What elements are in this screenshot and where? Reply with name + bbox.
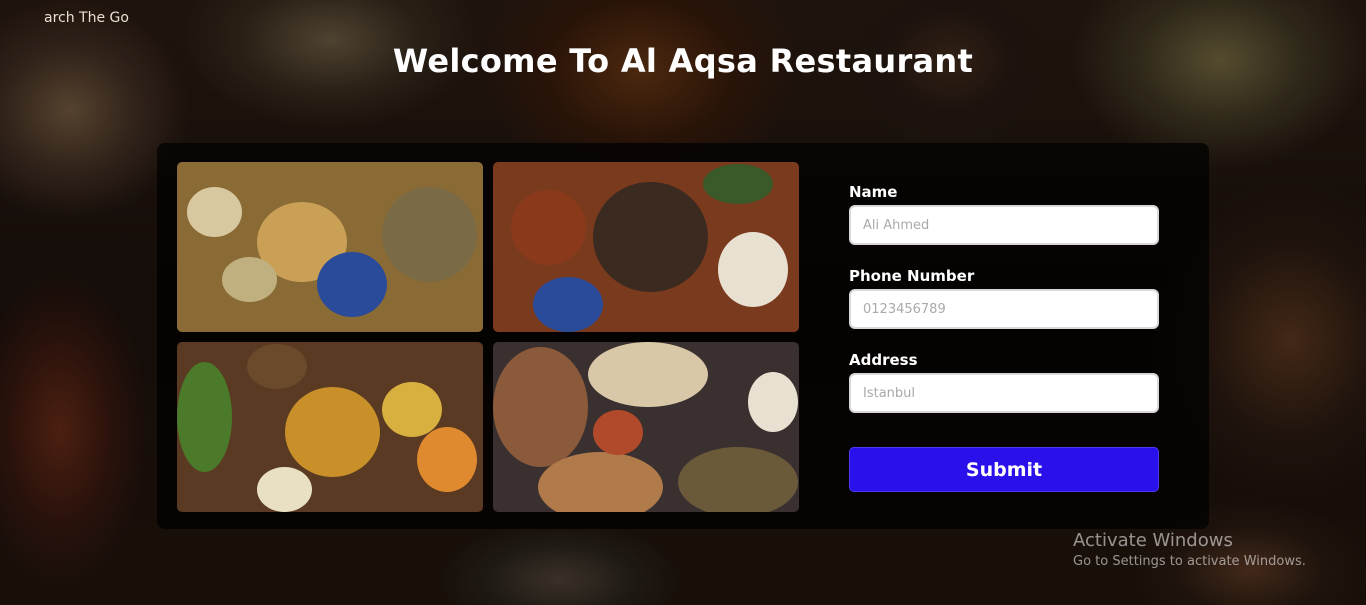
address-field-group: Address [849, 351, 1159, 413]
activate-windows-watermark: Activate Windows Go to Settings to activ… [1073, 530, 1306, 569]
submit-button[interactable]: Submit [849, 447, 1159, 492]
stew-platter-image [493, 162, 799, 332]
name-input[interactable] [849, 205, 1159, 245]
name-field-group: Name [849, 183, 1159, 245]
name-label: Name [849, 183, 898, 201]
rice-dishes-image [177, 342, 483, 512]
address-label: Address [849, 351, 918, 369]
order-form: Name Phone Number Address [849, 183, 1159, 435]
food-gallery [177, 162, 799, 512]
phone-field-group: Phone Number [849, 267, 1159, 329]
address-input[interactable] [849, 373, 1159, 413]
phone-input[interactable] [849, 289, 1159, 329]
mezze-platter-image [177, 162, 483, 332]
activate-windows-subtitle: Go to Settings to activate Windows. [1073, 554, 1306, 569]
phone-label: Phone Number [849, 267, 975, 285]
corner-text: arch The Go [44, 10, 129, 26]
feast-spread-image [493, 342, 799, 512]
activate-windows-title: Activate Windows [1073, 530, 1233, 551]
page-title: Welcome To Al Aqsa Restaurant [392, 42, 974, 80]
